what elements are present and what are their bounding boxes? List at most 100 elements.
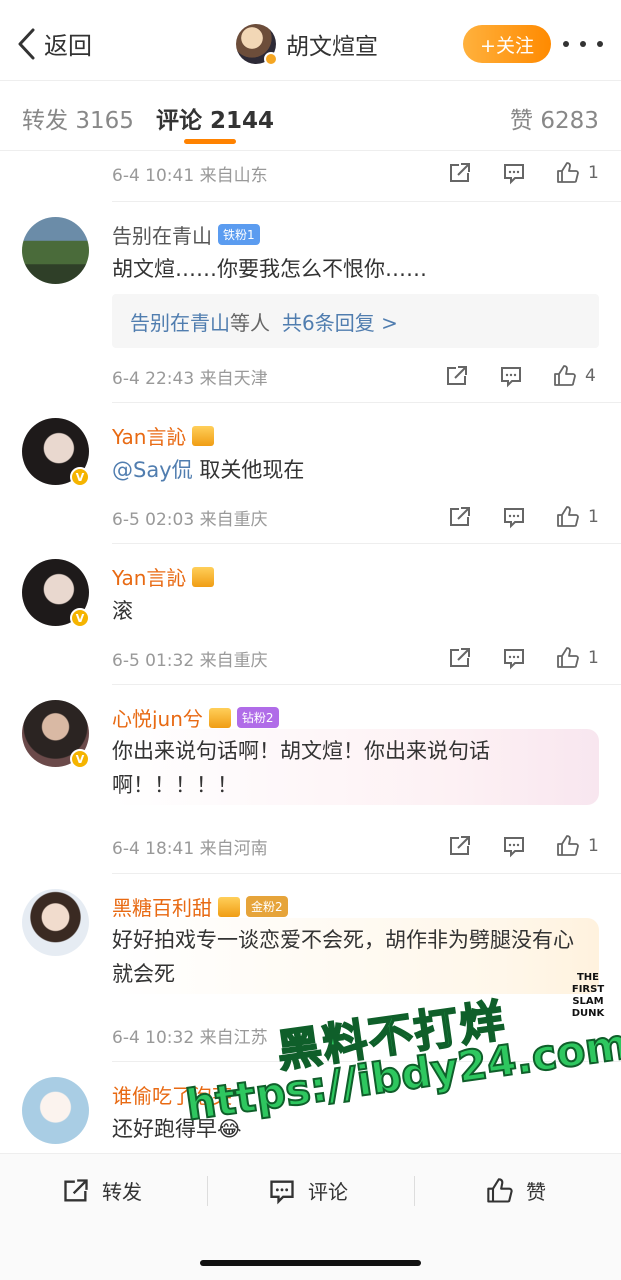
comment-button[interactable]	[502, 646, 526, 670]
comment-button[interactable]	[502, 505, 526, 529]
verified-badge-icon: V	[70, 608, 90, 628]
author-name[interactable]: 胡文煊宣	[286, 27, 378, 61]
reply-mid-text: 等人	[230, 310, 270, 335]
comment-text: 好好拍戏专一谈恋爱不会死，胡作非为劈腿没有心就会死	[112, 928, 574, 986]
username-text: 黑糖百利甜	[112, 896, 212, 920]
divider	[112, 201, 621, 202]
comment-meta: 6-4 22:43 来自天津	[112, 361, 602, 391]
comment-icon	[504, 508, 524, 529]
divider	[112, 543, 621, 544]
comment-icon	[504, 649, 524, 670]
back-button[interactable]: 返回	[16, 26, 92, 61]
thumbs-up-icon	[557, 162, 579, 183]
like-button[interactable]: 1	[556, 834, 599, 858]
active-tab-indicator	[184, 139, 236, 144]
tab-reposts[interactable]: 转发 3165	[22, 101, 134, 135]
view-replies-link[interactable]: 告别在青山 等人 共6条回复 >	[112, 294, 599, 348]
like-count: 1	[588, 163, 599, 183]
like-button[interactable]: 1	[556, 646, 599, 670]
comment-label: 评论	[308, 1180, 348, 1204]
comment-meta: 6-4 10:41 来自山东	[112, 158, 602, 188]
tab-likes-count: 6283	[540, 108, 599, 134]
avatar[interactable]	[22, 1077, 89, 1144]
like-count: 4	[585, 366, 596, 386]
vip-crown-icon	[192, 566, 215, 587]
comment-text: 还好跑得早😂	[112, 1117, 242, 1141]
tab-reposts-count: 3165	[75, 108, 134, 134]
comment-icon	[504, 164, 524, 185]
username-text: 告别在青山	[112, 224, 212, 248]
share-button[interactable]	[448, 834, 472, 858]
vip-crown-icon	[218, 896, 240, 917]
bottom-action-bar: 转发 评论 赞	[0, 1153, 621, 1227]
username-text: Yan言訫	[112, 566, 187, 590]
comment-timestamp: 6-4 10:41 来自山东	[112, 165, 268, 186]
chevron-left-icon	[18, 28, 35, 59]
repost-button[interactable]: 转发	[62, 1176, 142, 1205]
like-button[interactable]: 赞	[486, 1176, 546, 1205]
fan-badge: 钻粉2	[236, 707, 279, 728]
share-button[interactable]	[448, 505, 472, 529]
author-avatar[interactable]	[236, 24, 278, 66]
comment-username[interactable]: 心悦jun兮 钻粉2	[112, 703, 279, 732]
avatar[interactable]	[22, 889, 89, 956]
comment-text: @Say侃 取关他现在	[112, 453, 582, 487]
divider	[112, 402, 621, 403]
comment-username[interactable]: Yan言訫	[112, 421, 215, 450]
thumbs-up-icon	[487, 1177, 513, 1203]
comment-username[interactable]: Yan言訫	[112, 562, 215, 591]
vip-crown-icon	[192, 425, 215, 446]
divider	[414, 1176, 415, 1206]
like-button[interactable]: 1	[556, 505, 599, 529]
comment-username[interactable]: 告别在青山 铁粉1	[112, 220, 260, 249]
divider	[0, 150, 621, 151]
share-icon	[64, 1178, 88, 1201]
share-icon	[450, 648, 470, 667]
comment-timestamp: 6-4 22:43 来自天津	[112, 368, 268, 389]
like-count: 1	[588, 507, 599, 527]
comment-timestamp: 6-5 01:32 来自重庆	[112, 650, 268, 671]
share-icon	[450, 507, 470, 526]
like-count: 1	[588, 648, 599, 668]
comment-meta: 6-4 18:41 来自河南	[112, 831, 602, 861]
thumbs-up-icon	[557, 506, 579, 527]
share-icon	[447, 366, 467, 385]
tab-likes[interactable]: 赞 6283	[510, 101, 599, 135]
more-options-icon[interactable]	[563, 30, 603, 58]
comment-button[interactable]	[502, 834, 526, 858]
comment-icon	[270, 1180, 294, 1204]
repost-label: 转发	[102, 1180, 142, 1204]
comment-icon	[504, 837, 524, 858]
comment-icon	[501, 367, 521, 388]
fan-badge: 铁粉1	[218, 224, 260, 245]
verified-badge-icon	[264, 52, 278, 66]
comment-button[interactable]	[499, 364, 523, 388]
username-text: Yan言訫	[112, 425, 187, 449]
divider	[112, 873, 621, 874]
comment-button[interactable]	[502, 161, 526, 185]
comment-meta: 6-5 02:03 来自重庆	[112, 502, 602, 532]
author-header[interactable]: 胡文煊宣	[236, 24, 378, 66]
thumbs-up-icon	[557, 835, 579, 856]
tab-comments-label: 评论	[156, 108, 202, 134]
thumbs-up-icon	[554, 365, 576, 386]
tab-comments-count: 2144	[210, 108, 275, 134]
share-icon	[450, 163, 470, 182]
follow-button[interactable]: +关注	[463, 25, 551, 63]
share-button[interactable]	[448, 646, 472, 670]
reply-count-link: 共6条回复 >	[282, 310, 398, 335]
comment-username[interactable]: 黑糖百利甜 金粉2	[112, 892, 288, 921]
avatar[interactable]	[22, 217, 89, 284]
share-button[interactable]	[448, 161, 472, 185]
comment-button[interactable]: 评论	[268, 1176, 348, 1205]
divider	[112, 684, 621, 685]
mention-link[interactable]: @Say侃	[112, 458, 193, 482]
tab-comments[interactable]: 评论 2144	[156, 101, 274, 135]
home-indicator[interactable]	[200, 1260, 421, 1266]
tab-likes-label: 赞	[510, 108, 533, 134]
like-button[interactable]: 4	[553, 364, 596, 388]
back-label: 返回	[44, 32, 92, 60]
share-button[interactable]	[445, 364, 469, 388]
like-label: 赞	[526, 1180, 546, 1204]
like-button[interactable]: 1	[556, 161, 599, 185]
